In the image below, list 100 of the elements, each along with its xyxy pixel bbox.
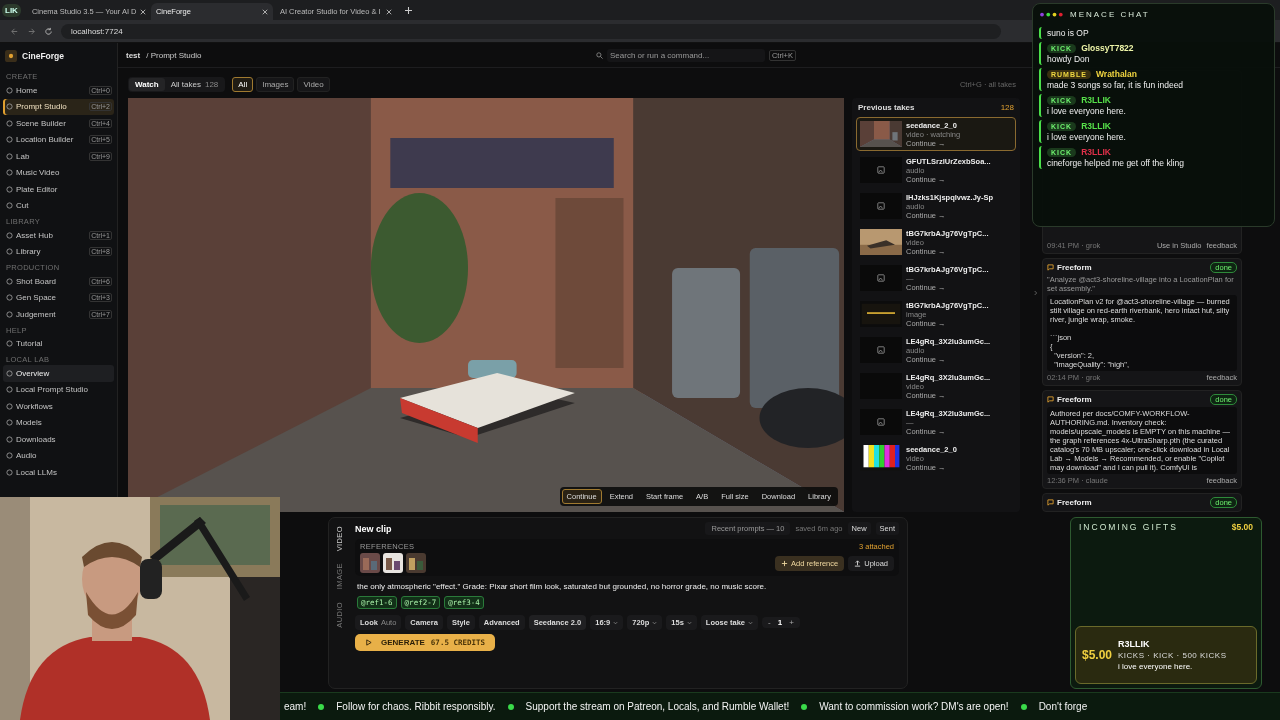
card-title: Freeform	[1057, 498, 1093, 507]
gifts-title: INCOMING GIFTS	[1079, 522, 1178, 532]
address-field[interactable]: localhost:7724	[61, 23, 1001, 39]
filter-tab[interactable]: Video	[297, 76, 330, 92]
project-select[interactable]: test	[126, 50, 141, 60]
logo-icon	[5, 50, 17, 62]
circle-icon	[6, 86, 13, 94]
ticker-message: Follow for chaos. Ribbit responsibly.	[336, 701, 496, 712]
circle-icon	[6, 435, 13, 443]
sidebar-item[interactable]: Local LLMs	[3, 464, 114, 481]
circle-icon	[6, 103, 13, 111]
sidebar-item[interactable]: Downloads	[3, 431, 114, 448]
profile-chip[interactable]: LIK	[2, 3, 21, 17]
sidebar-item[interactable]: Models	[3, 414, 114, 431]
forward-icon[interactable]	[27, 26, 36, 36]
circle-icon	[6, 248, 13, 256]
increment-button[interactable]: +	[787, 617, 796, 628]
alert-message: i love everyone here.	[1118, 662, 1194, 671]
panel-title: Previous takes	[858, 103, 915, 112]
dot-icon	[1020, 703, 1027, 710]
chat-message: howdy Don	[1047, 54, 1091, 64]
caret-icon	[652, 620, 658, 625]
chat-message: made 3 songs so far, it is fun indeed	[1047, 80, 1185, 90]
chat-message: suno is OP	[1047, 28, 1090, 38]
close-icon[interactable]	[139, 8, 146, 15]
search-icon	[596, 51, 603, 59]
chat-username: Wrathalan	[1095, 69, 1137, 79]
chat-icon	[1047, 264, 1054, 271]
sidebar-item[interactable]: Audio	[3, 447, 114, 464]
image-icon	[877, 274, 885, 282]
breadcrumb-page: / Prompt Studio	[146, 50, 202, 60]
sidebar-item[interactable]: Plate Editor	[3, 181, 114, 198]
chat-username: R3LLIK	[1081, 121, 1111, 131]
circle-icon	[6, 202, 13, 210]
composer-title: New clip	[355, 523, 392, 534]
chat-username: R3LLIK	[1081, 147, 1111, 157]
ticker-message: eam!	[284, 701, 307, 712]
close-icon[interactable]	[385, 8, 392, 15]
alert-username: R3LLIK	[1118, 639, 1151, 649]
image-icon	[877, 346, 885, 354]
circle-icon	[6, 294, 13, 302]
sidebar-item[interactable]: Overview	[3, 365, 114, 382]
sidebar-item[interactable]: Cut	[3, 197, 114, 214]
reload-icon[interactable]	[44, 26, 53, 36]
ticker-message: Don't forge	[1038, 701, 1088, 712]
card-title: Freeform	[1057, 395, 1093, 404]
alert-detail: KICKS · KICK · 500 KICKS	[1118, 651, 1227, 660]
new-tab-icon[interactable]	[404, 6, 412, 14]
circle-icon	[6, 231, 13, 239]
circle-icon	[6, 402, 13, 410]
circle-icon	[6, 169, 13, 177]
dot-icon	[801, 703, 808, 710]
chat-message: i love everyone here.	[1047, 132, 1127, 142]
view-mode-tab[interactable]: Watch	[129, 77, 165, 91]
circle-icon	[6, 340, 13, 348]
chat-username: R3LLIK	[1081, 95, 1111, 105]
app-name: CineForge	[22, 51, 65, 61]
circle-icon	[6, 452, 13, 460]
chat-username: GlossyT7822	[1081, 43, 1134, 53]
circle-icon	[6, 310, 13, 318]
chat-message: cineforge helped me get off the kling	[1047, 158, 1185, 168]
play-icon	[365, 639, 372, 646]
circle-icon	[6, 386, 13, 394]
prompt-text[interactable]: the only atmospheric "effect." Grade: Pixar short film look, saturated but grounded, no horror grade, no music score.	[357, 582, 897, 591]
alert-amount: $5.00	[1082, 648, 1113, 662]
filter-tab[interactable]: Images	[256, 76, 295, 92]
chat-icon	[1047, 396, 1054, 403]
count-value: 1	[777, 618, 783, 627]
dot-icon	[318, 703, 325, 710]
caret-icon	[686, 620, 692, 625]
back-icon[interactable]	[10, 26, 19, 36]
take-count: 128	[1000, 103, 1014, 112]
image-icon	[877, 166, 885, 174]
chat-message: i love everyone here.	[1047, 106, 1127, 116]
sidebar-item[interactable]: Local Prompt Studio	[3, 381, 114, 398]
image-icon	[877, 202, 885, 210]
circle-icon	[6, 152, 13, 160]
caret-icon	[613, 620, 619, 625]
image-icon	[877, 418, 885, 426]
circle-icon	[6, 277, 13, 285]
plus-icon	[781, 559, 789, 567]
close-icon[interactable]	[261, 8, 268, 15]
command-search-field[interactable]: Search or run a command...	[607, 48, 765, 62]
circle-icon	[6, 185, 13, 193]
caret-icon	[748, 620, 754, 625]
ticker-message: Support the stream on Patreon, Locals, and Rumble Wallet!	[525, 701, 790, 712]
sidebar-item[interactable]: Workflows	[3, 398, 114, 415]
dot-icon	[507, 703, 514, 710]
filter-tab[interactable]: All	[232, 76, 254, 92]
decrement-button[interactable]: -	[766, 617, 773, 628]
sidebar-item[interactable]: Music Video	[3, 164, 114, 181]
circle-icon	[6, 119, 13, 127]
view-mode-tab[interactable]: All takes 128	[164, 77, 225, 91]
dots-icon	[1039, 11, 1065, 17]
circle-icon	[6, 419, 13, 427]
circle-icon	[6, 468, 13, 476]
upload-icon	[854, 559, 862, 567]
sidebar-item[interactable]: Tutorial	[3, 335, 114, 352]
ticker-message: Want to commission work? DM's are open!	[819, 701, 1009, 712]
circle-icon	[6, 369, 13, 377]
